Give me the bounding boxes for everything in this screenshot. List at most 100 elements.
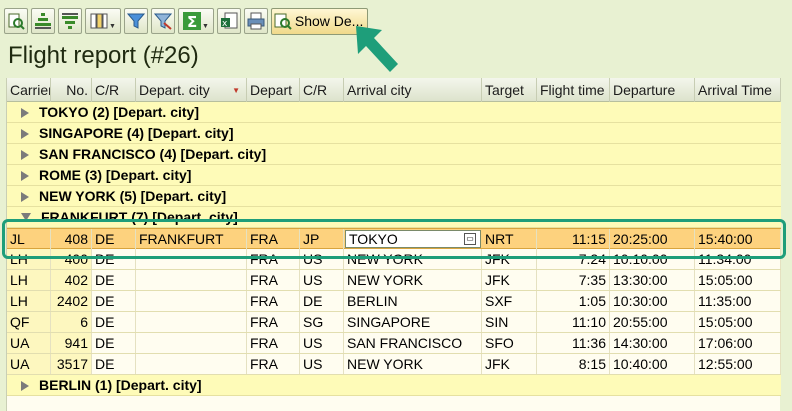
expand-triangle-icon[interactable] [21,192,29,202]
expand-triangle-icon[interactable] [21,150,29,160]
column-header-depart-city-label: Depart. city [139,82,210,98]
toolbar: ▼ Σ ▼ x Show De... [4,6,369,36]
cell-flight-time: 7:35 [537,270,610,290]
table-row[interactable]: LH 2402 DE FRA DE BERLIN SXF 1:05 10:30:… [7,291,781,312]
chevron-down-icon: ▼ [201,22,209,30]
cell-depart-city [136,312,247,332]
expand-triangle-icon[interactable] [21,108,29,118]
cell-target: JFK [482,354,537,374]
cell-depart: FRA [247,270,300,290]
print-icon [247,12,265,30]
filter-button[interactable] [123,8,148,34]
delete-filter-icon [153,12,173,30]
expand-triangle-icon[interactable] [21,171,29,181]
cell-flight-time: 1:05 [537,291,610,311]
cell-arrival-city: SAN FRANCISCO [344,333,482,353]
annotation-arrow-icon [352,22,402,81]
cell-depart: FRA [247,312,300,332]
group-label: TOKYO (2) [Depart. city] [39,104,199,120]
cell-cr-arrival: SG [300,312,344,332]
cell-arrival-city: NEW YORK [344,354,482,374]
sort-ascending-button[interactable] [31,8,55,34]
column-header-arrival-city[interactable]: Arrival city [344,78,482,102]
cell-depart: FRA [247,291,300,311]
cell-cr: DE [92,270,136,290]
group-row-rome[interactable]: ROME (3) [Depart. city] [7,165,781,186]
group-row-new-york[interactable]: NEW YORK (5) [Depart. city] [7,186,781,207]
sort-descending-button[interactable] [58,8,82,34]
highlight-frame [2,219,786,259]
cell-number: 402 [51,270,92,290]
group-row-singapore[interactable]: SINGAPORE (4) [Depart. city] [7,123,781,144]
column-header-flight-time[interactable]: Flight time [537,78,610,102]
cell-cr: DE [92,291,136,311]
group-row-berlin[interactable]: BERLIN (1) [Depart. city] [7,375,781,396]
cell-depart-city [136,270,247,290]
column-header-depart-city[interactable]: Depart. city ▼ [136,78,247,102]
cell-arrival-time: 17:06:00 [695,333,781,353]
cell-depart-city [136,354,247,374]
svg-text:x: x [222,19,228,29]
cell-cr: DE [92,354,136,374]
cell-flight-time: 11:10 [537,312,610,332]
column-header-arrival-time[interactable]: Arrival Time [695,78,781,102]
cell-departure: 20:55:00 [610,312,695,332]
cell-target: SXF [482,291,537,311]
cell-target: JFK [482,270,537,290]
cell-depart-city [136,333,247,353]
delete-filter-button[interactable] [150,8,175,34]
details-icon [7,12,25,30]
group-label: ROME (3) [Depart. city] [39,167,192,183]
cell-depart-city [136,291,247,311]
column-header-departure[interactable]: Departure [610,78,695,102]
group-label: SAN FRANCISCO (4) [Depart. city] [39,146,267,162]
cell-departure: 10:40:00 [610,354,695,374]
group-row-san-francisco[interactable]: SAN FRANCISCO (4) [Depart. city] [7,144,781,165]
show-details-icon [274,12,292,30]
expand-triangle-icon[interactable] [21,381,29,391]
cell-target: SIN [482,312,537,332]
table-row[interactable]: UA 941 DE FRA US SAN FRANCISCO SFO 11:36… [7,333,781,354]
cell-number: 3517 [51,354,92,374]
column-header-number[interactable]: No. [51,78,92,102]
cell-arrival-time: 15:05:00 [695,312,781,332]
sum-icon: Σ [182,12,201,31]
cell-arrival-city: NEW YORK [344,270,482,290]
export-button[interactable]: x [216,8,241,34]
cell-flight-time: 11:36 [537,333,610,353]
column-header-cr[interactable]: C/R [92,78,136,102]
cell-flight-time: 8:15 [537,354,610,374]
page-title: Flight report (#26) [8,42,199,69]
cell-carrier: LH [7,291,51,311]
column-header-target[interactable]: Target [482,78,537,102]
sort-descending-icon [61,12,79,30]
cell-carrier: UA [7,354,51,374]
cell-depart: FRA [247,354,300,374]
cell-arrival-time: 12:55:00 [695,354,781,374]
cell-cr-arrival: DE [300,291,344,311]
sum-button[interactable]: Σ ▼ [177,8,214,34]
filter-icon [126,12,146,30]
group-row-tokyo[interactable]: TOKYO (2) [Depart. city] [7,102,781,123]
cell-number: 941 [51,333,92,353]
export-icon: x [220,12,238,30]
cell-target: SFO [482,333,537,353]
table-row[interactable]: LH 402 DE FRA US NEW YORK JFK 7:35 13:30… [7,270,781,291]
expand-triangle-icon[interactable] [21,129,29,139]
cell-cr-arrival: US [300,270,344,290]
print-button[interactable] [243,8,268,34]
column-header-carrier[interactable]: Carrier [7,78,51,102]
cell-carrier: LH [7,270,51,290]
column-header-cr-arrival[interactable]: C/R [300,78,344,102]
columns-button[interactable]: ▼ [85,8,121,34]
column-header-depart[interactable]: Depart [247,78,300,102]
column-header-row: Carrier No. C/R Depart. city ▼ Depart C/… [7,78,781,102]
group-label: SINGAPORE (4) [Depart. city] [39,125,234,141]
cell-arrival-time: 11:35:00 [695,291,781,311]
cell-cr: DE [92,312,136,332]
table-row[interactable]: QF 6 DE FRA SG SINGAPORE SIN 11:10 20:55… [7,312,781,333]
cell-cr-arrival: US [300,354,344,374]
table-row[interactable]: UA 3517 DE FRA US NEW YORK JFK 8:15 10:4… [7,354,781,375]
cell-departure: 14:30:00 [610,333,695,353]
details-button[interactable] [4,8,28,34]
